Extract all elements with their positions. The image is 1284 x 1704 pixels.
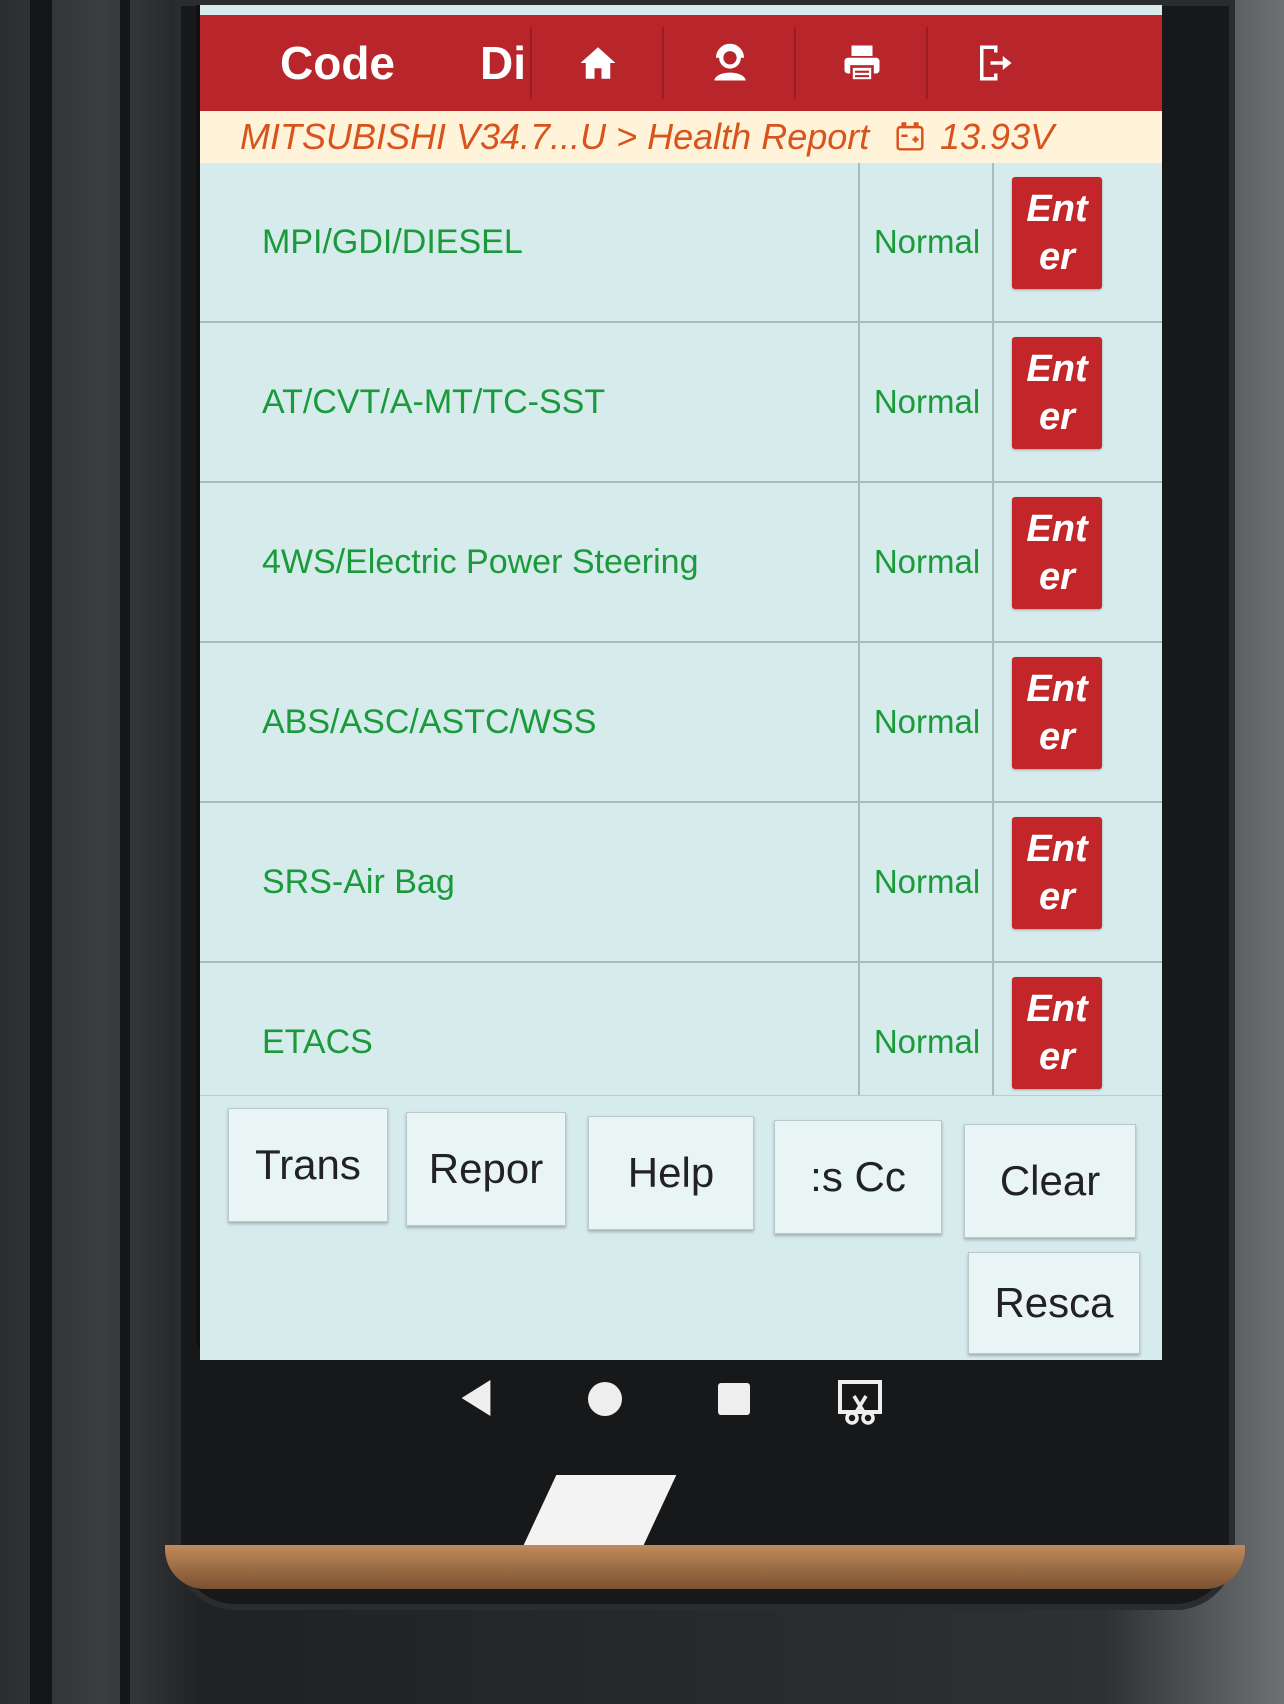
enter-button[interactable]: Ent er <box>1012 337 1102 449</box>
codes-button[interactable]: :s Cc <box>774 1120 942 1234</box>
enter-button[interactable]: Ent er <box>1012 657 1102 769</box>
top-toolbar: Code Di <box>200 15 1162 111</box>
system-status: Normal <box>862 643 994 801</box>
help-button[interactable]: Help <box>588 1116 754 1230</box>
system-name: MPI/GDI/DIESEL <box>200 163 860 321</box>
code-tab[interactable]: Code <box>280 15 395 111</box>
system-status: Normal <box>862 803 994 961</box>
enter-button[interactable]: Ent er <box>1012 977 1102 1089</box>
support-button[interactable] <box>662 27 796 99</box>
system-row: SRS-Air Bag Normal Ent er <box>200 803 1162 963</box>
breadcrumb-path: MITSUBISHI V34.7...U > Health Report <box>240 116 870 157</box>
enter-button[interactable]: Ent er <box>1012 817 1102 929</box>
battery-voltage: 13.93V <box>940 116 1055 157</box>
exit-button[interactable] <box>926 27 1060 99</box>
system-name: ABS/ASC/ASTC/WSS <box>200 643 860 801</box>
system-row: AT/CVT/A-MT/TC-SST Normal Ent er <box>200 323 1162 483</box>
print-button[interactable] <box>794 27 928 99</box>
device-photo: Code Di MITSUBISHI V34.7...U > Health Re… <box>0 0 1284 1704</box>
home-icon <box>580 47 616 79</box>
system-name: AT/CVT/A-MT/TC-SST <box>200 323 860 481</box>
home-nav-icon[interactable] <box>588 1382 622 1416</box>
exit-icon <box>980 45 1012 81</box>
enter-button[interactable]: Ent er <box>1012 497 1102 609</box>
rescan-button[interactable]: Resca <box>968 1252 1140 1354</box>
case-edge <box>120 0 130 1704</box>
home-button[interactable] <box>530 27 664 99</box>
system-row: ABS/ASC/ASTC/WSS Normal Ent er <box>200 643 1162 803</box>
device-bottom-edge <box>165 1545 1245 1589</box>
system-row: MPI/GDI/DIESEL Normal Ent er <box>200 163 1162 323</box>
report-button[interactable]: Repor <box>406 1112 566 1226</box>
system-status: Normal <box>862 323 994 481</box>
diagnose-tab[interactable]: Di <box>480 15 526 111</box>
technician-icon <box>714 43 746 81</box>
recent-apps-icon[interactable] <box>718 1383 750 1415</box>
diagnostic-app: Code Di MITSUBISHI V34.7...U > Health Re… <box>200 5 1162 1360</box>
back-icon[interactable] <box>458 1378 494 1418</box>
system-status: Normal <box>862 483 994 641</box>
system-list: MPI/GDI/DIESEL Normal Ent er AT/CVT/A-MT… <box>200 163 1162 1123</box>
printer-icon <box>844 45 880 82</box>
trans-button[interactable]: Trans <box>228 1108 388 1222</box>
enter-button[interactable]: Ent er <box>1012 177 1102 289</box>
action-bar: Trans Repor Help :s Cc Clear Resca <box>200 1095 1162 1360</box>
breadcrumb: MITSUBISHI V34.7...U > Health Report 13.… <box>200 111 1162 163</box>
screenshot-icon[interactable] <box>836 1378 884 1426</box>
system-name: 4WS/Electric Power Steering <box>200 483 860 641</box>
battery-icon <box>896 122 924 151</box>
system-name: SRS-Air Bag <box>200 803 860 961</box>
case-edge <box>30 0 52 1704</box>
system-status: Normal <box>862 163 994 321</box>
clear-button[interactable]: Clear <box>964 1124 1136 1238</box>
system-row: 4WS/Electric Power Steering Normal Ent e… <box>200 483 1162 643</box>
